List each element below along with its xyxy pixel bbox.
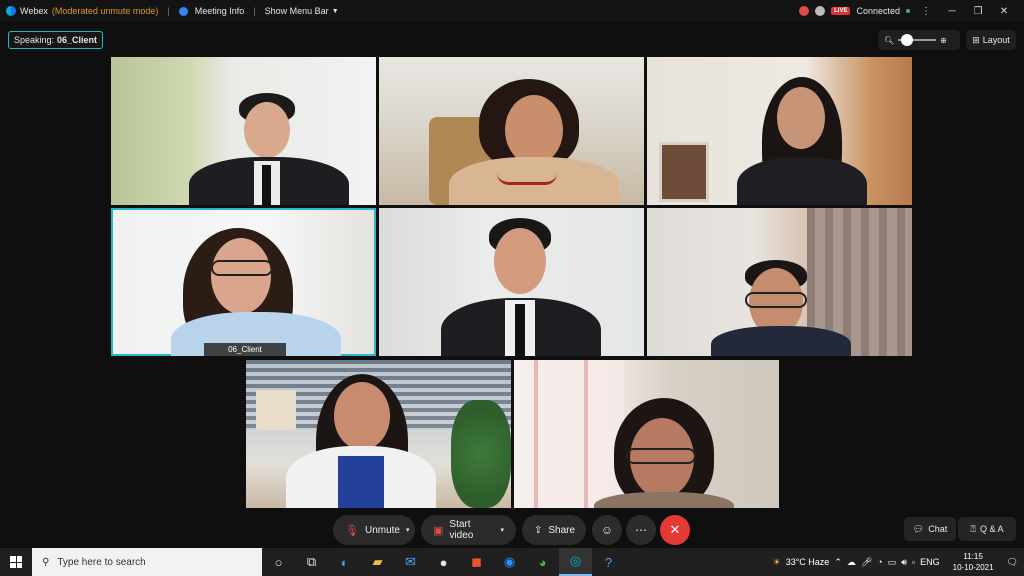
chevron-up-icon[interactable]: ⌃ [834,557,842,568]
search-icon: ⚲ [42,556,50,568]
webex-logo-icon [6,6,16,16]
share-button[interactable]: ⇪ Share [522,515,586,545]
search-placeholder: Type here to search [57,556,146,568]
app-name: Webex [20,6,48,16]
participant-video-1[interactable] [111,57,376,205]
qa-button[interactable]: ⍰ Q & A [958,517,1016,541]
more-options-button[interactable]: ⋯ [626,515,656,545]
cortana-icon[interactable]: ○ [262,548,295,576]
start-video-button[interactable]: ▣ Start video ▾ [421,515,516,545]
meeting-mode: (Moderated unmute mode) [51,6,159,16]
restore-button[interactable]: ❐ [968,6,988,17]
unmute-label: Unmute [364,524,400,536]
clock-date: 10-10-2021 [952,563,994,572]
github-icon[interactable]: ● [427,548,460,576]
camera-icon[interactable]: ▫ [912,557,915,567]
office-icon[interactable]: ◼ [460,548,493,576]
cloud-icon[interactable]: ☁ [847,557,856,568]
mic-muted-icon: 🎙︎ [345,524,359,537]
record-icon[interactable] [799,6,810,16]
share-label: Share [548,524,576,536]
meeting-info-button[interactable]: Meeting Info [178,6,245,16]
meeting-status: LIVE Connected ⋮ ─ ❐ ✕ [799,0,1024,22]
zoom-control: 🔍︎ ⊕ [878,30,960,50]
clock[interactable]: 11:15 10-10-2021 [953,551,994,573]
close-window-button[interactable]: ✕ [994,6,1014,17]
divider: | [167,6,170,16]
taskbar: ⚲ Type here to search ○ ⧉ ◐ ▰ ✉ ● ◼ ◉ ◕ … [0,548,1024,576]
qa-label: Q & A [979,524,1004,534]
zoom-slider[interactable] [898,34,937,46]
system-tray: ☀ 33°C Haze ⌃ ☁ 🎤︎ ◔ ▭ 🔊︎ ▫ ENG 11:15 10… [773,548,1024,576]
chat-label: Chat [928,524,948,534]
edge-icon[interactable]: ◐ [328,548,361,576]
reactions-button[interactable]: ☺ [592,515,622,545]
zoom-in-icon[interactable]: ⊕ [940,36,947,45]
title-bar: Webex (Moderated unmute mode) | Meeting … [0,0,1024,22]
more-vertical-icon[interactable]: ⋮ [916,6,936,17]
notifications-icon[interactable]: 🗨︎ [1007,557,1018,568]
zoom-app-icon[interactable]: ◉ [493,548,526,576]
video-off-icon: ▣ [433,524,444,537]
connection-dot-icon [906,9,910,13]
webex-app-icon[interactable]: ◎ [559,548,592,576]
chat-icon: 💬︎ [912,523,925,534]
live-badge: LIVE [831,7,851,15]
chat-button[interactable]: 💬︎ Chat [904,517,956,541]
volume-icon[interactable]: 🔊︎ [901,557,907,568]
battery-icon[interactable]: ▭ [888,557,897,568]
participant-video-8[interactable] [514,360,779,508]
mail-icon[interactable]: ✉ [394,548,427,576]
chevron-down-icon[interactable]: ▾ [406,526,410,534]
participant-video-7[interactable] [246,360,511,508]
file-explorer-icon[interactable]: ▰ [361,548,394,576]
participant-video-2[interactable] [379,57,644,205]
divider: | [253,6,256,16]
more-icon: ⋯ [635,523,647,537]
layout-label: Layout [982,35,1010,45]
participant-video-3[interactable] [647,57,912,205]
leave-meeting-button[interactable]: ✕ [660,515,690,545]
zoom-out-icon[interactable]: 🔍︎ [884,36,894,45]
participant-video-6[interactable] [647,208,912,356]
layout-button[interactable]: ⊞ Layout [966,30,1016,50]
participant-video-5[interactable] [379,208,644,356]
start-video-label: Start video [449,519,474,541]
show-menu-bar-button[interactable]: Show Menu Bar ▼ [265,6,339,16]
security-icon[interactable] [815,6,826,16]
speaking-name: 06_Client [57,35,98,45]
layout-icon: ⊞ [972,34,980,45]
weather-text[interactable]: 33°C Haze [786,557,830,567]
meeting-info-label: Meeting Info [194,6,245,16]
show-menu-bar-label: Show Menu Bar [264,6,329,16]
participant-name-tag: 06_Client [204,343,286,356]
participant-video-4[interactable]: 06_Client [111,208,376,356]
qa-icon: ⍰ [970,523,976,534]
language-indicator[interactable]: ENG [920,557,940,567]
microphone-icon[interactable]: 🎤︎ [861,557,872,568]
connection-status: Connected [856,6,900,16]
info-icon [178,6,188,16]
reactions-icon: ☺ [600,523,614,537]
taskbar-search[interactable]: ⚲ Type here to search [32,548,262,576]
unmute-button[interactable]: 🎙︎ Unmute ▾ [333,515,415,545]
task-view-icon[interactable]: ⧉ [295,548,328,576]
chrome-icon[interactable]: ◕ [526,548,559,576]
weather-icon: ☀ [772,556,781,567]
app-title: Webex (Moderated unmute mode) [0,6,158,16]
help-icon[interactable]: ? [592,548,625,576]
speaking-label: Speaking: [14,35,55,45]
share-icon: ⇪ [534,524,543,536]
minimize-button[interactable]: ─ [942,6,962,17]
chevron-down-icon: ▼ [331,7,339,15]
zoom-slider-knob[interactable] [900,34,913,46]
network-icon[interactable]: ◔ [877,557,882,567]
speaking-indicator: Speaking: 06_Client [8,31,104,49]
close-icon: ✕ [669,522,681,537]
clock-time: 11:15 [963,552,983,561]
start-button[interactable] [0,548,32,576]
windows-icon [10,556,22,568]
chevron-down-icon[interactable]: ▾ [500,526,504,534]
